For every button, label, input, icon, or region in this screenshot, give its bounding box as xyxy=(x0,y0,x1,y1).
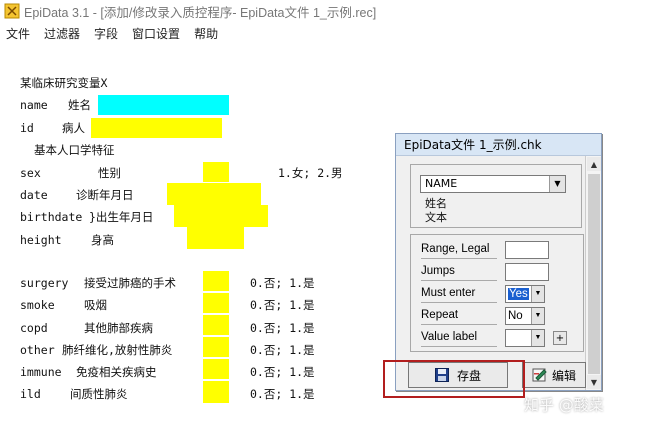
hint-sex: 1.女; 2.男 xyxy=(278,166,343,180)
var-name-smoke: smoke xyxy=(20,298,55,312)
hint-ild: 0.否; 1.是 xyxy=(250,387,315,401)
watermark: 知乎 @酸菜 xyxy=(524,396,604,414)
label-surgery: 接受过肺癌的手术 xyxy=(84,276,176,290)
title-bar: EpiData 3.1 - [添加/修改录入质控程序- EpiData文件 1_… xyxy=(0,0,646,22)
dialog-scrollbar[interactable]: ▲ ▼ xyxy=(585,156,601,390)
var-name-birthdate: birthdate xyxy=(20,210,83,224)
label-date: 诊断年月日 xyxy=(76,188,134,202)
var-name-ild: ild xyxy=(20,387,41,401)
scroll-thumb[interactable] xyxy=(588,174,600,374)
field-date[interactable] xyxy=(167,183,261,205)
field-surgery[interactable] xyxy=(203,271,229,291)
field-select-group: NAME ▼ 姓名 文本 xyxy=(410,164,582,228)
chevron-down-icon[interactable]: ▼ xyxy=(531,330,544,346)
label-smoke: 吸烟 xyxy=(84,298,107,312)
repeat-select[interactable]: No ▼ xyxy=(505,307,545,325)
repeat-value: No xyxy=(508,310,523,322)
menu-file[interactable]: 文件 xyxy=(6,25,30,42)
var-name-immune: immune xyxy=(20,365,62,379)
label-ild: 间质性肺炎 xyxy=(70,387,128,401)
form-subheading: 基本人口学特征 xyxy=(34,143,115,157)
field-desc-type: 文本 xyxy=(425,211,447,224)
hint-immune: 0.否; 1.是 xyxy=(250,365,315,379)
var-name-height: height xyxy=(20,233,62,247)
menu-fields[interactable]: 字段 xyxy=(94,25,118,42)
chevron-down-icon[interactable]: ▼ xyxy=(549,176,565,192)
scroll-down-icon[interactable]: ▼ xyxy=(587,375,601,389)
must-enter-value: Yes xyxy=(508,288,529,300)
epidata-app-icon xyxy=(4,3,20,19)
hint-copd: 0.否; 1.是 xyxy=(250,321,315,335)
field-sex[interactable] xyxy=(203,162,229,182)
var-name-id: id xyxy=(20,121,34,135)
var-name-surgery: surgery xyxy=(20,276,69,290)
var-name-other: other xyxy=(20,343,55,357)
form-heading: 某临床研究变量X xyxy=(20,76,108,90)
field-height[interactable] xyxy=(187,227,244,249)
label-id: 病人 xyxy=(62,121,85,135)
label-height: 身高 xyxy=(91,233,114,247)
field-select-dropdown[interactable]: NAME ▼ xyxy=(420,175,566,193)
label-name: 姓名 xyxy=(68,98,91,112)
var-name-copd: copd xyxy=(20,321,48,335)
field-birthdate[interactable] xyxy=(174,205,268,227)
field-id[interactable] xyxy=(91,118,222,138)
field-smoke[interactable] xyxy=(203,293,229,313)
label-immune: 免疫相关疾病史 xyxy=(76,365,157,379)
var-name-date: date xyxy=(20,188,48,202)
field-other[interactable] xyxy=(203,337,229,357)
annotation-highlight-box xyxy=(383,360,525,398)
menu-help[interactable]: 帮助 xyxy=(194,25,218,42)
label-sex: 性别 xyxy=(98,166,121,180)
range-legal-label: Range, Legal xyxy=(421,241,497,259)
value-label-label: Value label xyxy=(421,329,497,347)
hint-surgery: 0.否; 1.是 xyxy=(250,276,315,290)
field-ild[interactable] xyxy=(203,381,229,403)
field-name[interactable] xyxy=(98,95,229,115)
field-description: 姓名 文本 xyxy=(425,197,447,225)
var-name-sex: sex xyxy=(20,166,41,180)
label-copd: 其他肺部疾病 xyxy=(84,321,153,335)
jumps-input[interactable] xyxy=(505,263,549,281)
label-birthdate: }出生年月日 xyxy=(89,210,154,224)
edit-button[interactable]: 编辑 xyxy=(522,362,586,388)
field-select-value: NAME xyxy=(425,177,458,190)
field-desc-label: 姓名 xyxy=(425,197,447,210)
field-copd[interactable] xyxy=(203,315,229,335)
check-dialog: EpiData文件 1_示例.chk ▲ ▼ NAME ▼ 姓名 文本 Rang… xyxy=(395,133,602,391)
value-label-select[interactable]: ▼ xyxy=(505,329,545,347)
menu-filter[interactable]: 过滤器 xyxy=(44,25,80,42)
field-immune[interactable] xyxy=(203,359,229,379)
edit-button-label: 编辑 xyxy=(551,368,576,383)
must-enter-label: Must enter xyxy=(421,285,497,303)
dialog-title: EpiData文件 1_示例.chk xyxy=(396,134,601,156)
must-enter-select[interactable]: Yes ▼ xyxy=(505,285,545,303)
repeat-label: Repeat xyxy=(421,307,497,325)
edit-icon xyxy=(532,368,547,382)
label-other: 肺纤维化,放射性肺炎 xyxy=(62,343,173,357)
range-legal-input[interactable] xyxy=(505,241,549,259)
window-title: EpiData 3.1 - [添加/修改录入质控程序- EpiData文件 1_… xyxy=(24,5,377,20)
chevron-down-icon[interactable]: ▼ xyxy=(531,308,544,324)
menu-window[interactable]: 窗口设置 xyxy=(132,25,180,42)
menu-bar: 文件 过滤器 字段 窗口设置 帮助 xyxy=(0,22,646,44)
var-name-name: name xyxy=(20,98,48,112)
field-properties-group: Range, Legal Jumps Must enter Yes ▼ Repe… xyxy=(410,234,584,352)
scroll-up-icon[interactable]: ▲ xyxy=(587,157,601,171)
add-value-label-button[interactable]: + xyxy=(553,331,567,345)
hint-other: 0.否; 1.是 xyxy=(250,343,315,357)
hint-smoke: 0.否; 1.是 xyxy=(250,298,315,312)
chevron-down-icon[interactable]: ▼ xyxy=(531,286,544,302)
jumps-label: Jumps xyxy=(421,263,497,281)
